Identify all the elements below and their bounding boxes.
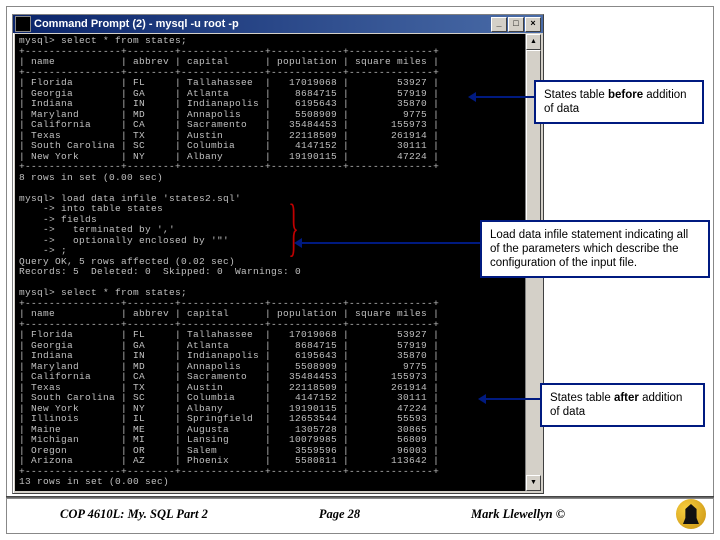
window-title: Command Prompt (2) - mysql -u root -p bbox=[34, 18, 491, 30]
ucf-logo-icon bbox=[676, 499, 706, 529]
callout-text: States table bbox=[544, 89, 608, 101]
window-controls: _ □ × bbox=[491, 17, 541, 32]
cmd-window: Command Prompt (2) - mysql -u root -p _ … bbox=[12, 14, 544, 494]
callout-text: Load data infile statement indicating al… bbox=[490, 229, 688, 269]
callout-text: States table bbox=[550, 392, 614, 404]
arrow-after bbox=[480, 398, 540, 400]
titlebar: Command Prompt (2) - mysql -u root -p _ … bbox=[13, 15, 543, 33]
maximize-button[interactable]: □ bbox=[508, 17, 524, 32]
cmd-icon bbox=[15, 16, 31, 32]
arrow-before bbox=[470, 96, 534, 98]
callout-after: States table after addition of data bbox=[540, 383, 705, 427]
minimize-button[interactable]: _ bbox=[491, 17, 507, 32]
brace-icon: } bbox=[288, 190, 298, 264]
footer-divider bbox=[6, 496, 714, 499]
arrow-load bbox=[296, 242, 480, 244]
footer-right: Mark Llewellyn © bbox=[471, 507, 565, 522]
scroll-thumb[interactable] bbox=[526, 50, 541, 232]
scroll-down-button[interactable]: ▼ bbox=[526, 475, 541, 491]
close-button[interactable]: × bbox=[525, 17, 541, 32]
callout-before: States table before addition of data bbox=[534, 80, 704, 124]
footer: COP 4610L: My. SQL Part 2 Page 28 Mark L… bbox=[0, 496, 720, 532]
scroll-up-button[interactable]: ▲ bbox=[526, 34, 541, 50]
callout-bold: before bbox=[608, 89, 643, 101]
footer-center: Page 28 bbox=[319, 507, 360, 522]
terminal-output[interactable]: mysql> select * from states; +----------… bbox=[15, 34, 525, 491]
footer-left: COP 4610L: My. SQL Part 2 bbox=[60, 507, 208, 522]
callout-bold: after bbox=[614, 392, 639, 404]
callout-load: Load data infile statement indicating al… bbox=[480, 220, 710, 278]
